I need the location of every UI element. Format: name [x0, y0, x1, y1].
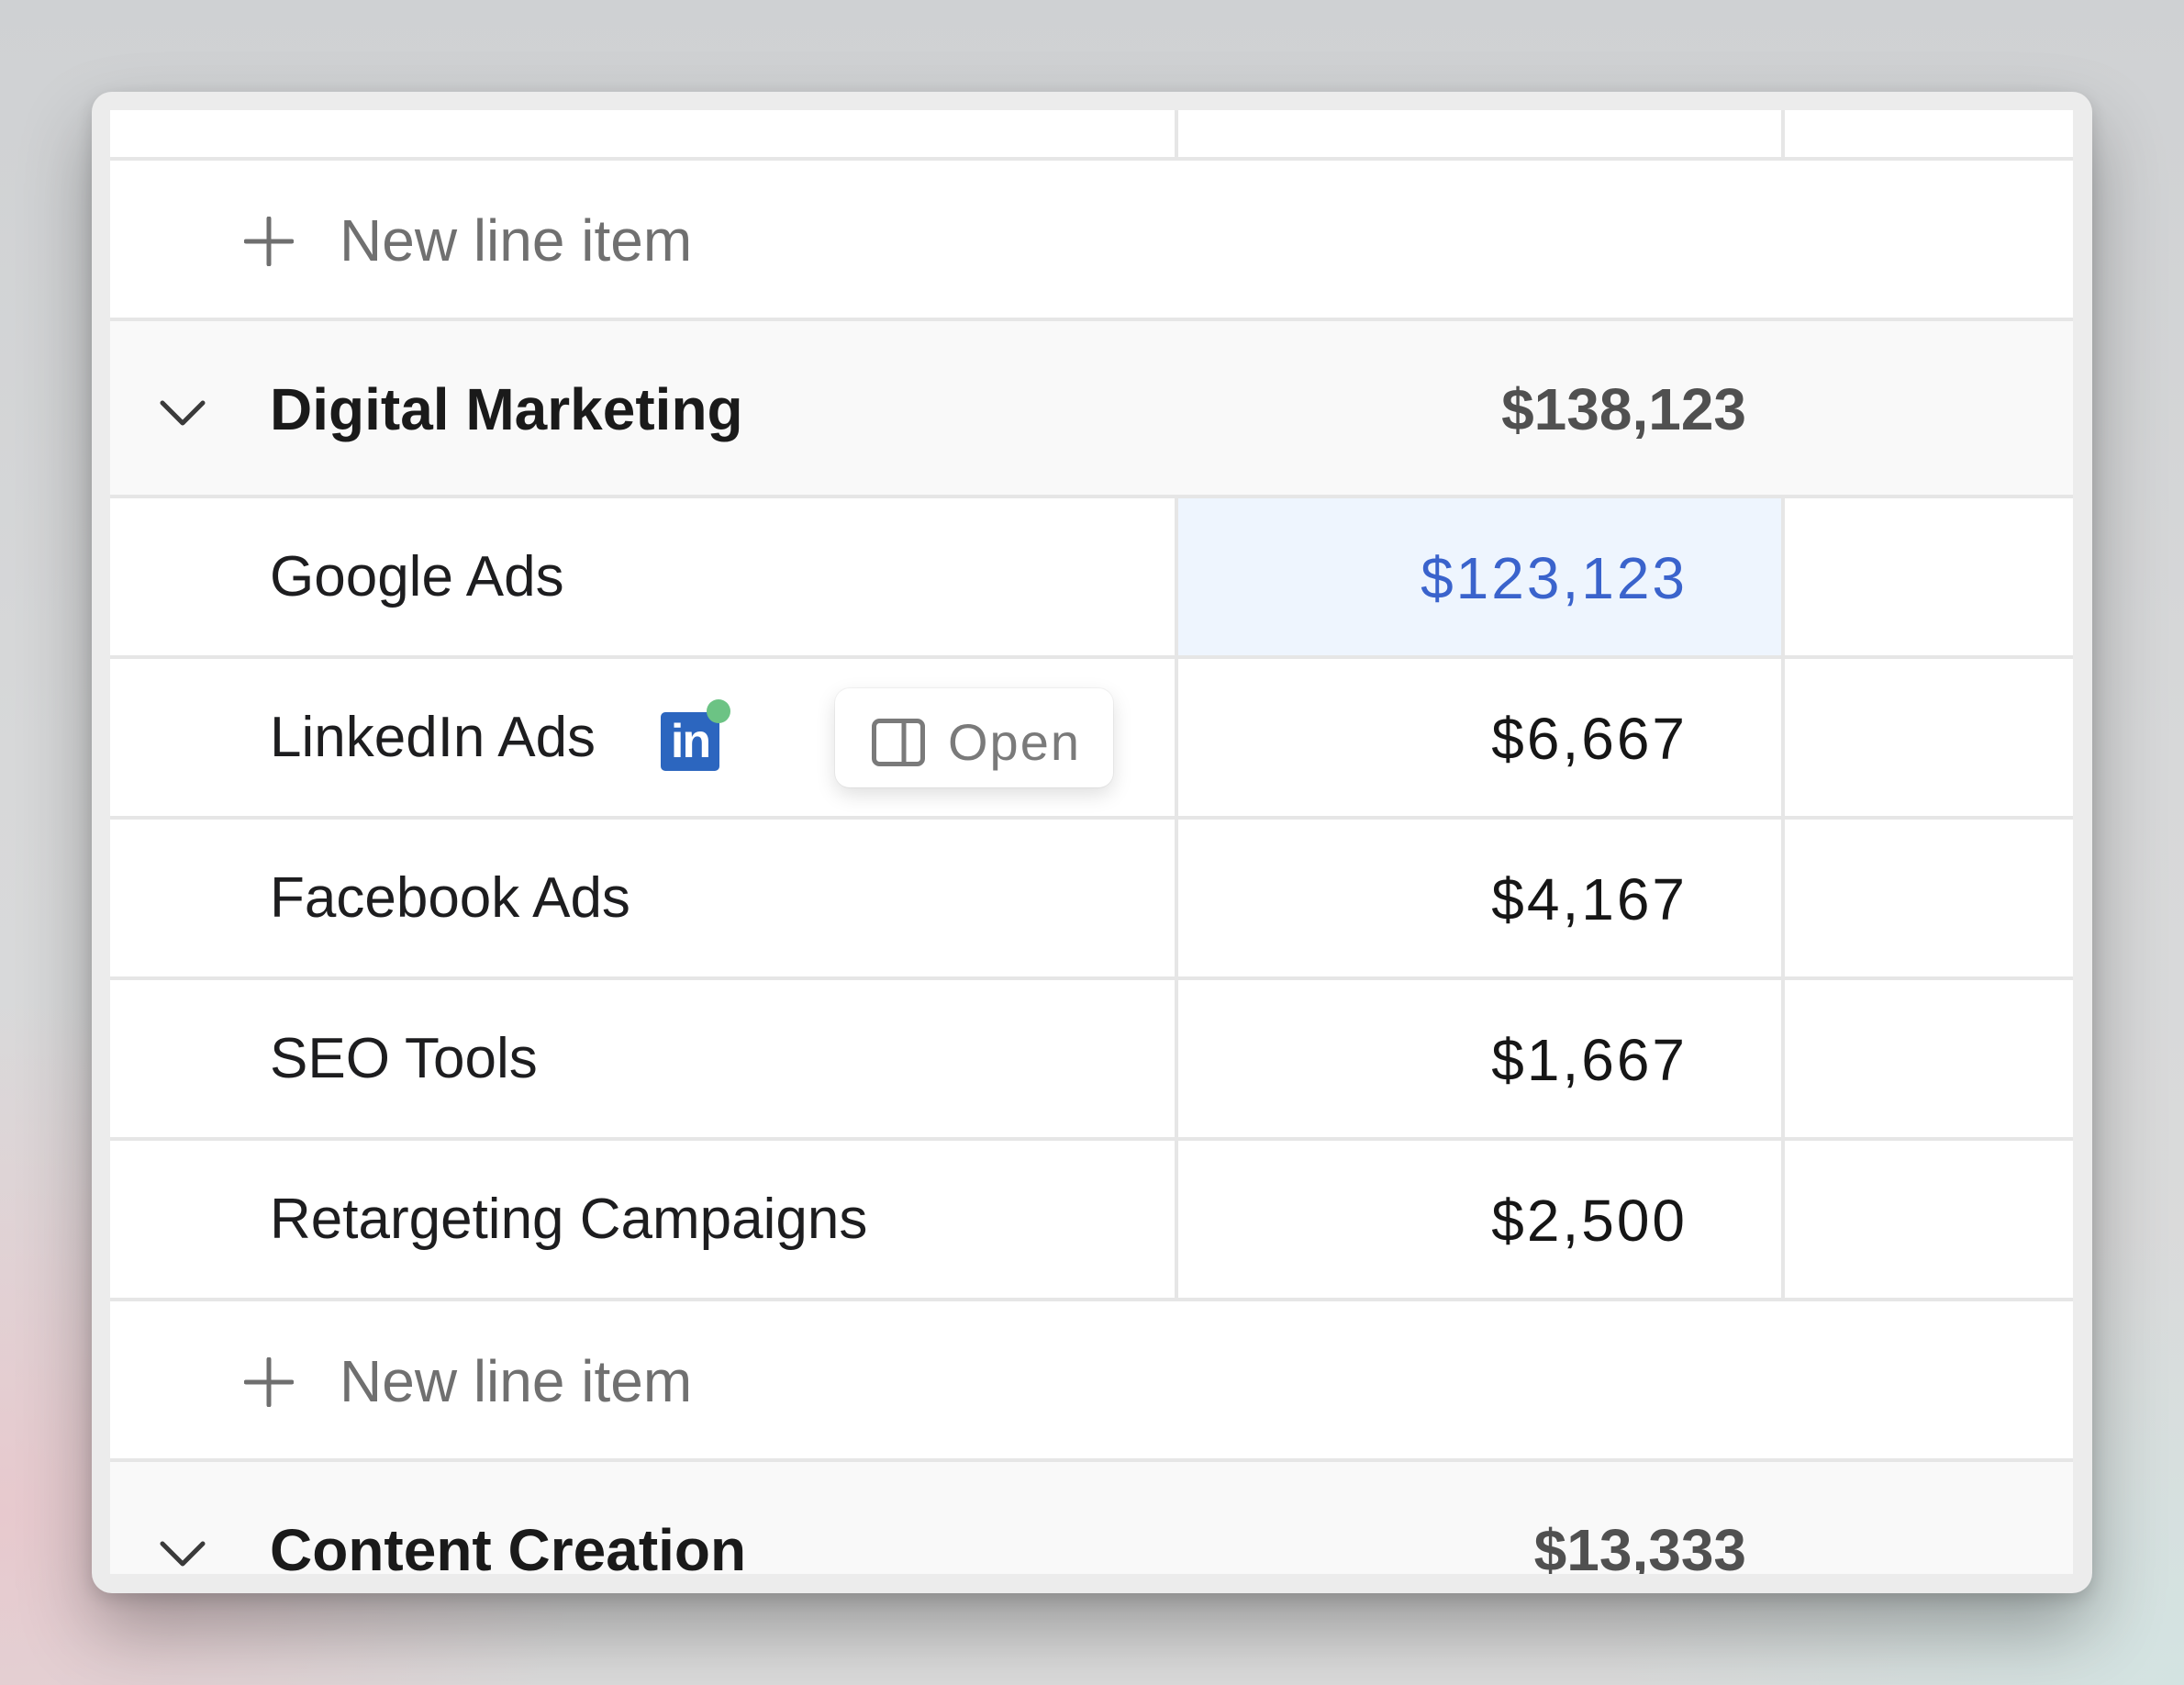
new-line-item-label: New line item — [340, 207, 693, 273]
line-item-name[interactable]: LinkedIn Ads — [270, 705, 596, 770]
open-button[interactable]: Open — [835, 688, 1113, 787]
new-line-item-label: New line item — [340, 1348, 693, 1414]
line-item-name[interactable]: SEO Tools — [270, 1026, 538, 1091]
line-item-name[interactable]: Facebook Ads — [270, 865, 630, 931]
group-row-content-creation[interactable]: Content Creation $13,333 — [110, 1462, 2073, 1574]
line-item-amount[interactable]: $2,500 — [1491, 1187, 1688, 1255]
linkedin-icon: in — [661, 712, 719, 771]
group-title: Content Creation — [270, 1517, 747, 1574]
plus-icon — [244, 1357, 294, 1407]
table-row: SEO Tools $1,667 — [110, 980, 2073, 1141]
line-item-name[interactable]: Google Ads — [270, 544, 564, 609]
new-line-item-row[interactable]: New line item — [110, 1301, 2073, 1462]
group-total: $13,333 — [1533, 1517, 1746, 1574]
budget-table: New line item Digital Marketing $138,123… — [110, 110, 2073, 1574]
line-item-amount[interactable]: $4,167 — [1491, 865, 1688, 933]
line-item-amount[interactable]: $123,123 — [1421, 544, 1688, 612]
table-row: LinkedIn Ads in Open $6,667 — [110, 659, 2073, 820]
chevron-down-icon[interactable] — [160, 399, 206, 427]
table-row-clipped — [110, 110, 2073, 161]
table-row: Google Ads $123,123 — [110, 498, 2073, 659]
table-row: Facebook Ads $4,167 — [110, 820, 2073, 980]
status-dot — [707, 699, 730, 723]
line-item-amount[interactable]: $1,667 — [1491, 1026, 1688, 1094]
new-line-item-row[interactable]: New line item — [110, 161, 2073, 321]
group-total: $138,123 — [1501, 376, 1746, 442]
table-row: Retargeting Campaigns $2,500 — [110, 1141, 2073, 1301]
plus-icon — [244, 217, 294, 266]
group-row-digital-marketing[interactable]: Digital Marketing $138,123 — [110, 321, 2073, 498]
line-item-amount[interactable]: $6,667 — [1491, 705, 1688, 773]
chevron-down-icon[interactable] — [160, 1540, 206, 1568]
line-item-name[interactable]: Retargeting Campaigns — [270, 1187, 867, 1252]
group-title: Digital Marketing — [270, 376, 743, 442]
side-panel-icon — [872, 719, 925, 766]
open-button-label: Open — [948, 713, 1081, 771]
